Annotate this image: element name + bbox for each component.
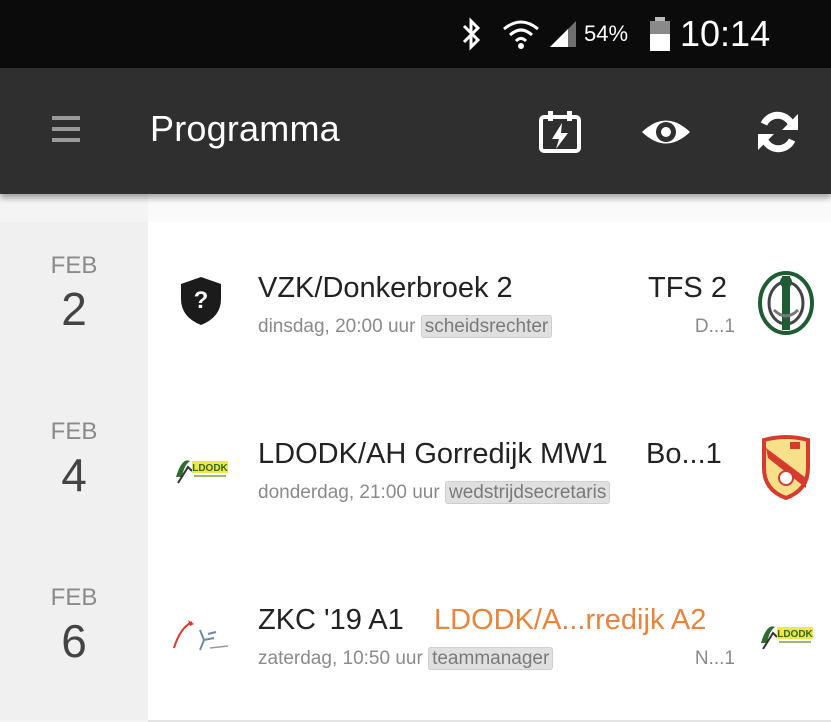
shield-club-logo — [751, 432, 821, 502]
tfs-club-logo — [751, 266, 821, 336]
month-label: FEB — [50, 418, 98, 445]
app-bar: Programma — [0, 68, 831, 194]
match-details: dinsdag, 20:00 uur scheidsrechter — [258, 315, 553, 338]
match-time: zaterdag, 10:50 uur — [258, 648, 423, 669]
teams: ZKC '19 A1 LDODK/A...rredijk A2 — [258, 604, 706, 637]
day-label: 6 — [61, 615, 87, 667]
match-date: FEB 4 — [0, 388, 148, 554]
match-details: donderdag, 21:00 uur wedstrijdsecretaris — [258, 481, 611, 504]
away-team: TFS 2 — [648, 272, 727, 304]
svg-text:LDODK: LDODK — [192, 463, 228, 474]
status-bar: 54% 10:14 — [0, 0, 831, 68]
zkc-club-logo — [170, 602, 232, 664]
teams: VZK/Donkerbroek 2 TFS 2 — [258, 272, 727, 305]
match-card[interactable]: ZKC '19 A1 LDODK/A...rredijk A2 zaterdag… — [148, 554, 831, 722]
match-list[interactable]: FEB 2 ? VZK/Donkerbroek 2 TFS 2 dinsdag,… — [0, 194, 831, 722]
clock: 10:14 — [680, 13, 771, 54]
page-title: Programma — [150, 108, 340, 149]
month-label: FEB — [50, 252, 98, 279]
match-row[interactable]: FEB 6 ZKC '19 A1 LDODK/A...rredijk A2 za… — [0, 554, 831, 722]
eye-icon[interactable] — [640, 106, 692, 158]
day-label: 2 — [61, 283, 87, 335]
ldodk-club-logo: LDODK — [751, 598, 821, 668]
list-top-gap — [0, 194, 831, 223]
bluetooth-icon — [458, 0, 484, 68]
home-team: ZKC '19 A1 — [258, 604, 404, 636]
match-card[interactable]: ? VZK/Donkerbroek 2 TFS 2 dinsdag, 20:00… — [148, 222, 831, 390]
home-team: LDODK/AH Gorredijk MW1 — [258, 438, 608, 470]
match-card[interactable]: LDODK LDODK/AH Gorredijk MW1 Bo...1 dond… — [148, 388, 831, 556]
day-label: 4 — [61, 449, 87, 501]
menu-icon[interactable] — [52, 116, 80, 148]
role-badge: teammanager — [428, 647, 554, 670]
role-badge: scheidsrechter — [420, 315, 553, 338]
match-date: FEB 6 — [0, 554, 148, 720]
svg-text:LDODK: LDODK — [777, 629, 813, 640]
teams: LDODK/AH Gorredijk MW1 Bo...1 — [258, 438, 722, 471]
role-badge: wedstrijdsecretaris — [445, 481, 611, 504]
battery-icon — [648, 0, 672, 68]
match-row[interactable]: FEB 4 LDODK LDODK/AH Gorredijk MW1 Bo...… — [0, 388, 831, 556]
away-team: Bo...1 — [646, 438, 722, 470]
svg-text:?: ? — [194, 287, 209, 314]
month-label: FEB — [50, 584, 98, 611]
ldodk-club-logo: LDODK — [170, 436, 232, 498]
wifi-icon — [502, 0, 540, 68]
match-date: FEB 2 — [0, 222, 148, 388]
location-abbrev: N...1 — [694, 648, 735, 669]
match-time: donderdag, 21:00 uur — [258, 482, 440, 503]
battery-percent: 54% — [584, 21, 629, 46]
match-details: zaterdag, 10:50 uur teammanager — [258, 647, 554, 670]
away-team: LDODK/A...rredijk A2 — [434, 604, 707, 636]
location-abbrev: D...1 — [694, 316, 735, 337]
unknown-shield-icon: ? — [170, 270, 232, 332]
signal-icon — [546, 0, 580, 68]
calendar-flash-icon[interactable] — [534, 106, 586, 158]
match-time: dinsdag, 20:00 uur — [258, 316, 416, 337]
refresh-icon[interactable] — [752, 106, 804, 158]
match-row[interactable]: FEB 2 ? VZK/Donkerbroek 2 TFS 2 dinsdag,… — [0, 222, 831, 390]
home-team: VZK/Donkerbroek 2 — [258, 272, 513, 304]
